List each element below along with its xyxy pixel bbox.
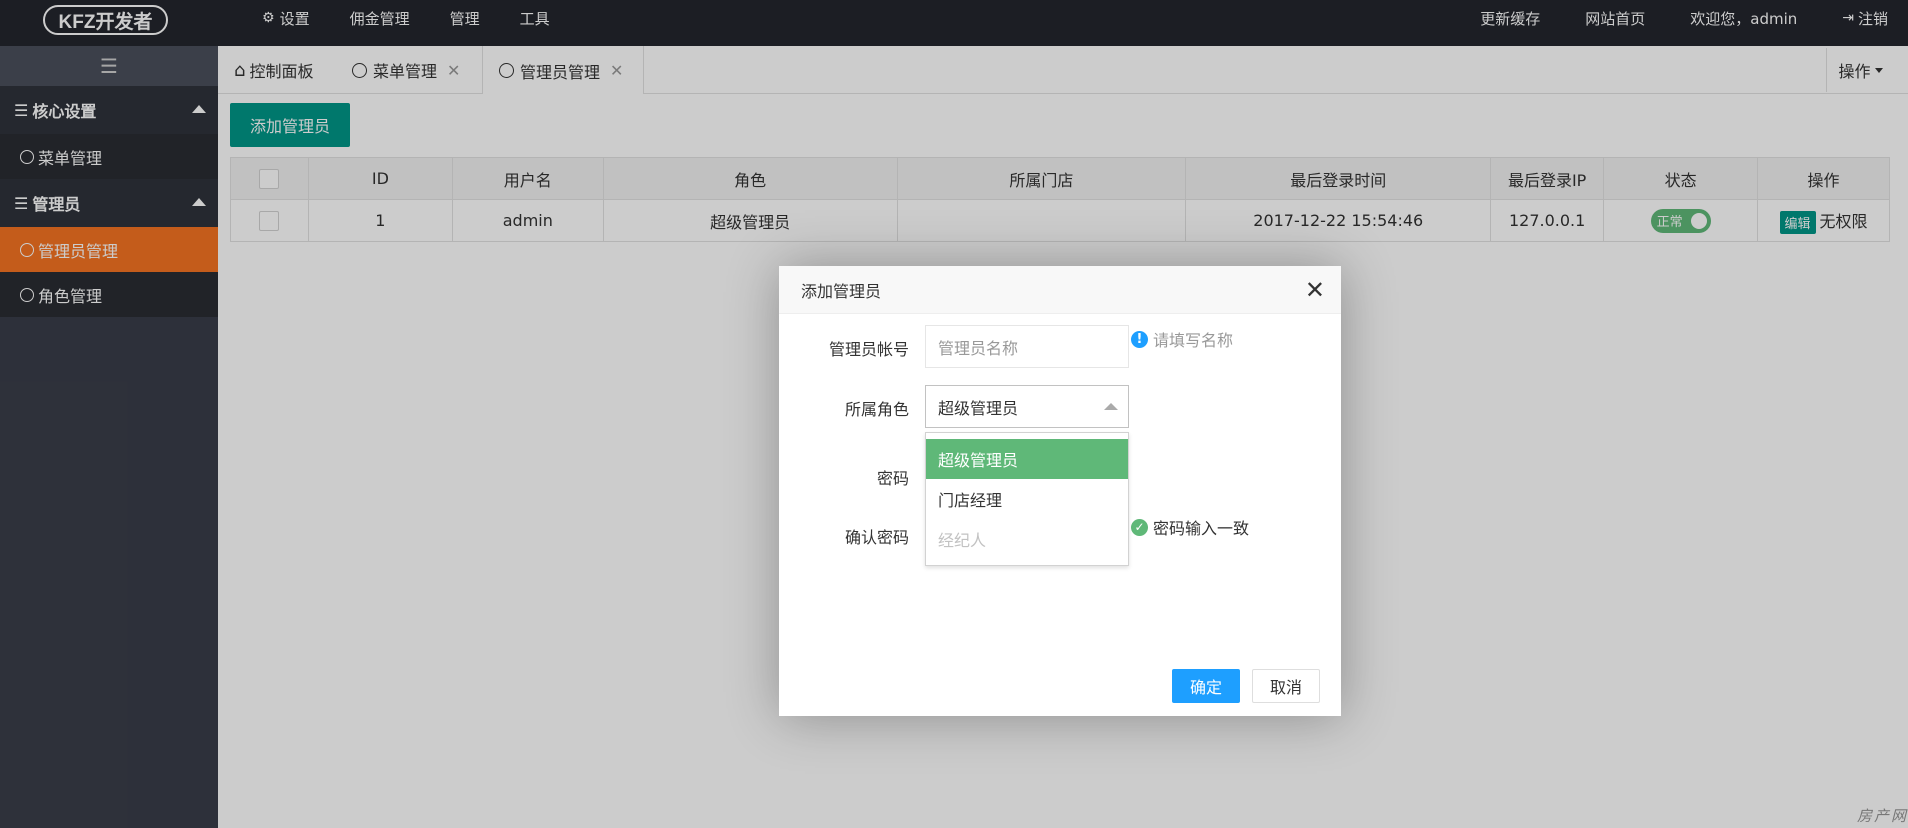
role-option-super-admin[interactable]: 超级管理员 xyxy=(926,439,1128,479)
account-placeholder: 管理员名称 xyxy=(938,338,1019,358)
account-label: 管理员帐号 xyxy=(828,340,909,359)
dialog-title: 添加管理员 xyxy=(801,281,882,301)
confirm-hint-text: 密码输入一致 xyxy=(1153,519,1250,538)
account-hint-text: 请填写名称 xyxy=(1153,331,1234,350)
role-option-agent: 经纪人 xyxy=(938,531,987,550)
role-option-store-manager[interactable]: 门店经理 xyxy=(926,479,1128,519)
info-icon: ! xyxy=(1131,330,1148,348)
caret-up-icon xyxy=(1104,403,1118,410)
role-select[interactable]: 超级管理员 xyxy=(925,385,1129,428)
close-icon[interactable]: ✕ xyxy=(1305,276,1325,304)
role-dropdown-list: 超级管理员 门店经理 经纪人 xyxy=(925,432,1129,566)
check-circle-icon: ✓ xyxy=(1131,518,1148,536)
password-label: 密码 xyxy=(876,469,909,488)
add-admin-dialog: 添加管理员 ✕ 管理员帐号 管理员名称 ! 请填写名称 所属角色 超级管理员 密… xyxy=(779,266,1341,716)
confirm-password-label: 确认密码 xyxy=(844,528,909,547)
confirm-hint: ✓ 密码输入一致 xyxy=(1131,515,1249,539)
cancel-button[interactable]: 取消 xyxy=(1252,669,1320,703)
watermark: 房产网 xyxy=(1856,807,1908,825)
confirm-button[interactable]: 确定 xyxy=(1172,669,1240,703)
role-label: 所属角色 xyxy=(844,400,909,419)
dialog-title-bar: 添加管理员 ✕ xyxy=(779,266,1341,314)
account-input[interactable]: 管理员名称 xyxy=(925,325,1129,368)
account-hint: ! 请填写名称 xyxy=(1131,327,1233,351)
role-select-value: 超级管理员 xyxy=(938,398,1019,418)
